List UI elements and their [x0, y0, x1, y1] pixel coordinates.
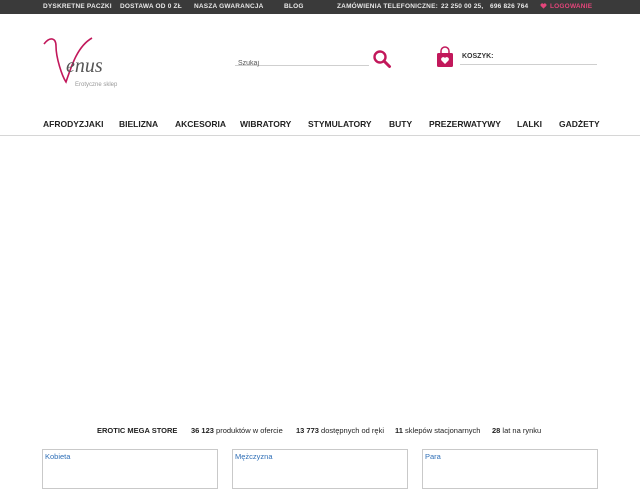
phone-number-1[interactable]: 22 250 00 25,: [441, 3, 483, 10]
topbar-link-delivery[interactable]: DOSTAWA OD 0 ZŁ: [120, 3, 182, 10]
stat-available-text: dostępnych od ręki: [318, 426, 384, 435]
search-input[interactable]: [235, 58, 369, 69]
nav-item-wibratory[interactable]: WIBRATORY: [240, 119, 291, 129]
category-label-para[interactable]: Para: [425, 452, 441, 461]
search-field: [235, 52, 369, 69]
login-label: LOGOWANIE: [550, 3, 593, 10]
stat-stores-text: sklepów stacjonarnych: [402, 426, 481, 435]
heart-icon: [540, 3, 547, 9]
stat-stores: 11 sklepów stacjonarnych: [395, 426, 480, 435]
nav-item-stymulatory[interactable]: STYMULATORY: [308, 119, 372, 129]
cart-icon[interactable]: [435, 46, 455, 68]
stat-years-text: lat na rynku: [500, 426, 542, 435]
category-box-kobieta[interactable]: Kobieta: [42, 449, 218, 489]
stat-available: 13 773 dostępnych od ręki: [296, 426, 384, 435]
nav-item-gadzety[interactable]: GADŻETY: [559, 119, 600, 129]
topbar-link-blog[interactable]: BLOG: [284, 3, 304, 10]
venus-logo[interactable]: enus Erotyczne sklep: [42, 34, 142, 94]
cart-label[interactable]: KOSZYK:: [462, 53, 494, 60]
topbar-link-guarantee[interactable]: NASZA GWARANCJA: [194, 3, 264, 10]
category-label-kobieta[interactable]: Kobieta: [45, 452, 70, 461]
stat-stores-number: 11: [395, 426, 403, 435]
search-button[interactable]: [372, 49, 392, 69]
phone-label: ZAMÓWIENIA TELEFONICZNE:: [337, 3, 438, 10]
stat-years: 28 lat na rynku: [492, 426, 541, 435]
nav-item-prezerwatywy[interactable]: PREZERWATYWY: [429, 119, 501, 129]
nav-item-buty[interactable]: BUTY: [389, 119, 412, 129]
phone-number-2[interactable]: 696 826 764: [490, 3, 528, 10]
nav-item-afrodyzjaki[interactable]: AFRODYZJAKI: [43, 119, 103, 129]
category-box-mezczyzna[interactable]: Mężczyzna: [232, 449, 408, 489]
nav-item-lalki[interactable]: LALKI: [517, 119, 542, 129]
stat-products: 36 123 produktów w ofercie: [191, 426, 283, 435]
topbar-link-discreet[interactable]: DYSKRETNE PACZKI: [43, 3, 112, 10]
logo-text: enus: [66, 55, 103, 77]
stats-title: EROTIC MEGA STORE: [97, 426, 178, 435]
stat-available-number: 13 773: [296, 426, 319, 435]
top-bar: DYSKRETNE PACZKI DOSTAWA OD 0 ZŁ NASZA G…: [0, 0, 640, 14]
cart-divider: [460, 64, 597, 65]
search-icon: [373, 50, 391, 68]
nav-item-akcesoria[interactable]: AKCESORIA: [175, 119, 226, 129]
category-label-mezczyzna[interactable]: Mężczyzna: [235, 452, 273, 461]
login-link[interactable]: LOGOWANIE: [540, 3, 592, 10]
main-nav: AFRODYZJAKI BIELIZNA AKCESORIA WIBRATORY…: [0, 112, 640, 136]
category-box-para[interactable]: Para: [422, 449, 598, 489]
logo-tagline: Erotyczne sklep: [75, 82, 118, 88]
hero-banner[interactable]: [0, 137, 640, 407]
stat-products-text: produktów w ofercie: [213, 426, 283, 435]
nav-item-bielizna[interactable]: BIELIZNA: [119, 119, 158, 129]
logo-graphic: enus Erotyczne sklep: [43, 37, 118, 88]
stat-products-number: 36 123: [191, 426, 214, 435]
